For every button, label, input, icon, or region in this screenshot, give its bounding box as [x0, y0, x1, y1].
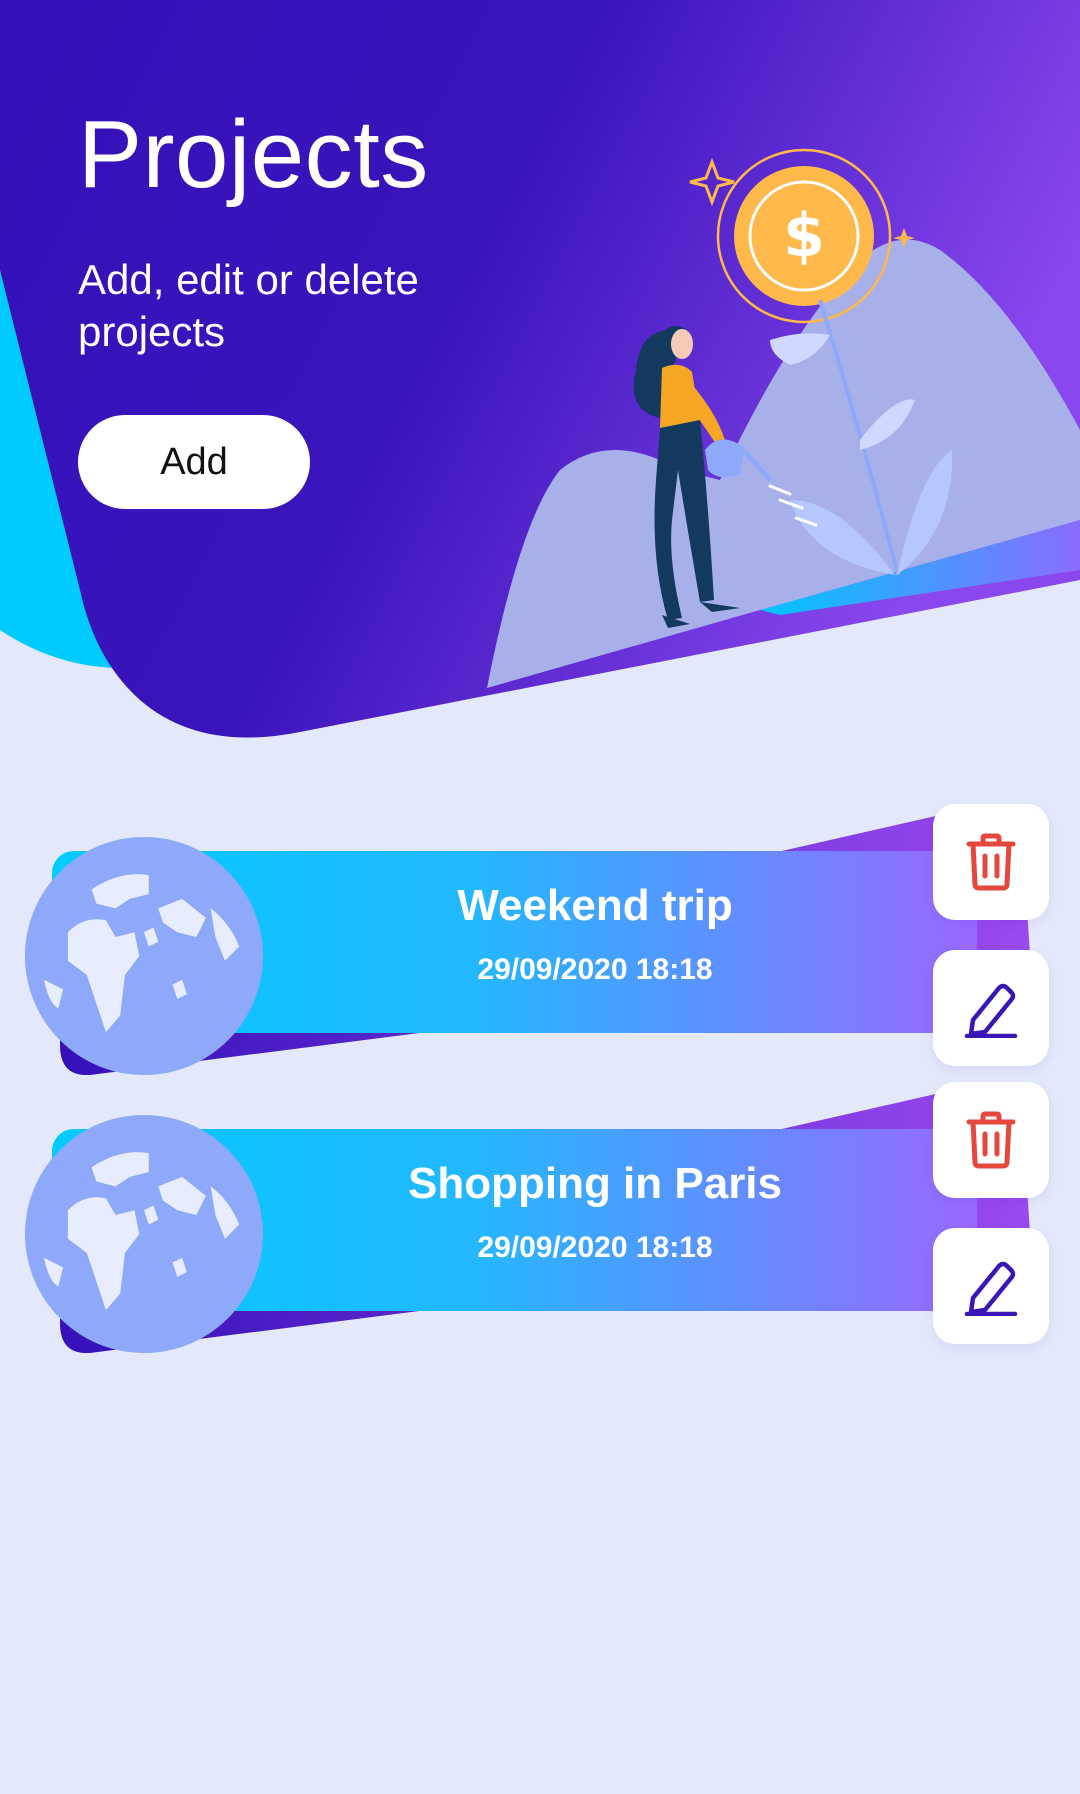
project-name: Shopping in Paris	[407, 1159, 783, 1208]
delete-project-button[interactable]	[933, 1082, 1049, 1198]
svg-text:$: $	[783, 201, 825, 271]
edit-project-button[interactable]	[933, 950, 1049, 1066]
edit-project-button[interactable]	[933, 1228, 1049, 1344]
project-date: 29/09/2020 18:18	[477, 953, 713, 986]
delete-project-button[interactable]	[933, 804, 1049, 920]
globe-icon	[25, 1115, 263, 1353]
project-card[interactable]: Shopping in Paris 29/09/2020 18:18	[0, 1073, 1080, 1353]
add-project-button[interactable]: Add	[78, 415, 310, 509]
trash-icon	[966, 1111, 1016, 1169]
project-name: Weekend trip	[457, 881, 733, 930]
project-card[interactable]: Weekend trip 29/09/2020 18:18	[0, 795, 1080, 1075]
woman-watering-money-plant-illustration: $	[487, 148, 1080, 689]
trash-icon	[966, 833, 1016, 891]
page-title: Projects	[78, 101, 429, 208]
page-subtitle: Add, edit or delete projects	[78, 256, 419, 355]
pencil-icon	[964, 1261, 1018, 1316]
project-date: 29/09/2020 18:18	[477, 1231, 713, 1264]
globe-icon	[25, 837, 263, 1075]
pencil-icon	[964, 983, 1018, 1038]
